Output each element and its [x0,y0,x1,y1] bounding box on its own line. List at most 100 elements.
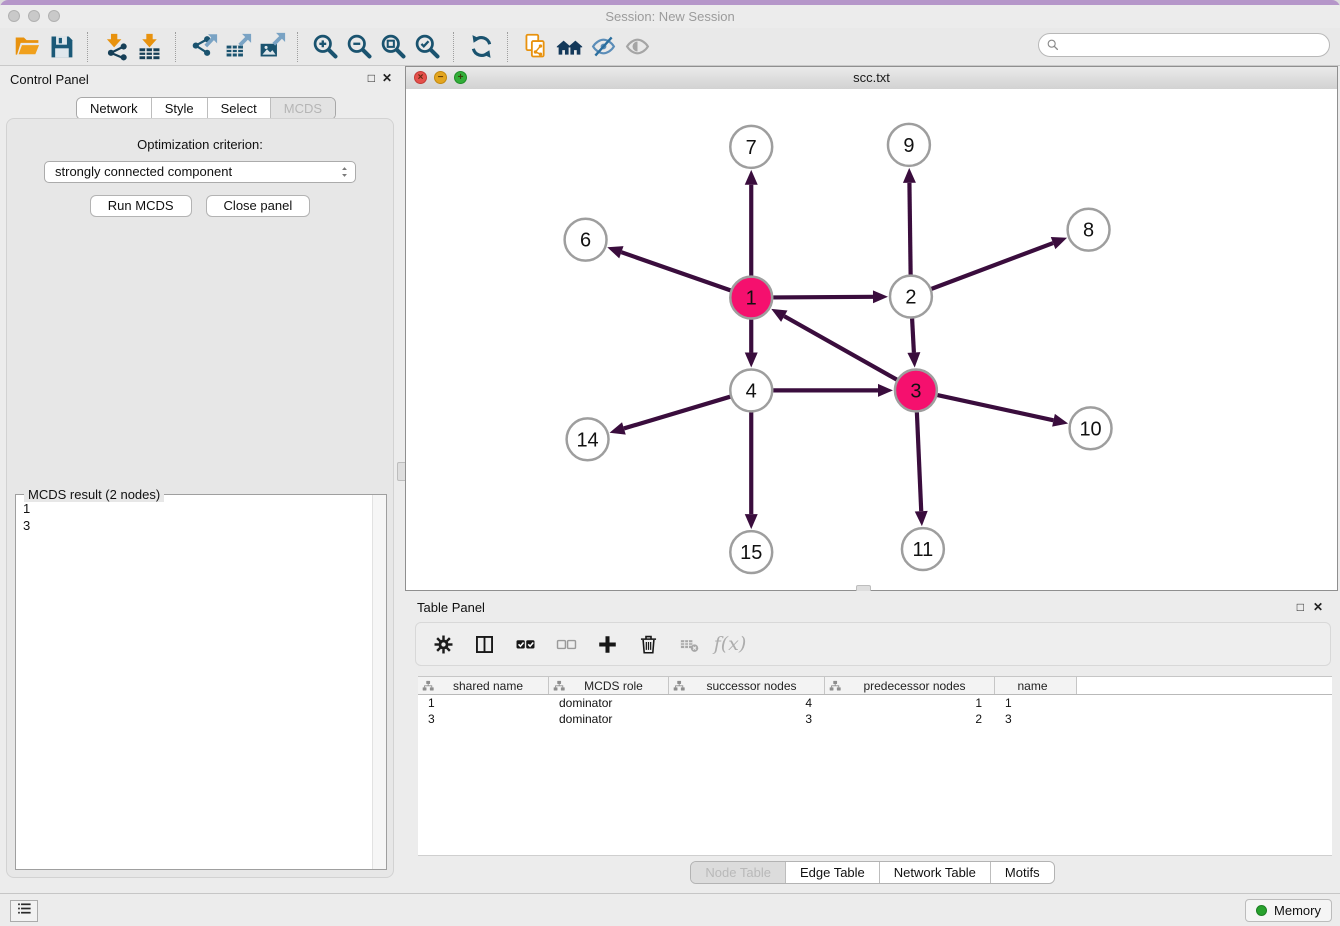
graph-edge-1-7[interactable] [745,170,758,276]
unselect-all-columns-icon[interactable] [554,632,578,656]
table-cell[interactable]: 3 [995,711,1077,727]
table-cell[interactable]: 1 [825,695,995,711]
tab-mcds[interactable]: MCDS [270,98,335,119]
control-panel-tabs: NetworkStyleSelectMCDS [76,97,336,120]
graph-node-2[interactable]: 2 [890,276,932,318]
column-header-predecessor-nodes[interactable]: predecessor nodes [825,677,995,694]
network-close-button[interactable] [414,71,427,84]
table-cell[interactable]: 3 [418,711,549,727]
select-all-columns-icon[interactable] [513,632,537,656]
table-cell[interactable]: 4 [669,695,825,711]
column-header-MCDS-role[interactable]: MCDS role [549,677,669,694]
column-header-successor-nodes[interactable]: successor nodes [669,677,825,694]
add-column-icon[interactable] [595,632,619,656]
save-session-icon[interactable] [44,31,78,63]
task-history-button[interactable] [10,900,38,922]
float-panel-icon[interactable] [368,72,375,85]
table-cell[interactable]: 1 [995,695,1077,711]
svg-text:10: 10 [1079,418,1101,440]
import-table-icon[interactable] [132,31,166,63]
status-bar: Memory [0,893,1340,926]
svg-text:14: 14 [576,429,598,451]
export-network-icon[interactable] [186,31,220,63]
table-cell[interactable]: 2 [825,711,995,727]
graph-node-7[interactable]: 7 [730,126,772,168]
graph-node-11[interactable]: 11 [902,528,944,570]
run-mcds-button[interactable]: Run MCDS [90,195,192,217]
zoom-in-icon[interactable] [308,31,342,63]
column-header-shared-name[interactable]: shared name [418,677,549,694]
application-window: Session: New Session Control Panel Netwo… [0,0,1340,926]
titlebar: Session: New Session [0,5,1340,28]
graph-node-9[interactable]: 9 [888,124,930,166]
import-network-icon[interactable] [98,31,132,63]
network-minimize-button[interactable] [434,71,447,84]
graph-edge-3-11[interactable] [915,412,928,526]
svg-text:9: 9 [903,135,914,157]
home-view-icon[interactable] [552,31,586,63]
table-cell[interactable]: dominator [549,711,669,727]
close-table-panel-icon[interactable] [1313,601,1323,614]
split-panel-icon[interactable] [472,632,496,656]
mcds-result-text[interactable]: 1 3 [16,495,373,869]
table-row[interactable]: 1dominator411 [418,695,1332,711]
zoom-selected-icon[interactable] [410,31,444,63]
table-row[interactable]: 3dominator323 [418,711,1332,727]
graph-node-14[interactable]: 14 [567,418,609,460]
network-canvas[interactable]: 7 9 6 8 1 2 4 3 14 10 15 11 [406,89,1337,590]
selected-criterion-value: strongly connected component [45,162,355,182]
graph-edge-4-14[interactable] [610,397,731,435]
table-cell[interactable]: dominator [549,695,669,711]
search-input[interactable] [1065,35,1321,55]
delete-columns-icon[interactable] [636,632,660,656]
graph-node-3[interactable]: 3 [895,369,937,411]
show-annotations-icon[interactable] [620,31,654,63]
table-cell[interactable]: 3 [669,711,825,727]
result-scrollbar[interactable] [372,495,386,869]
graph-edge-1-2[interactable] [773,290,888,303]
hide-annotations-icon[interactable] [586,31,620,63]
graph-node-8[interactable]: 8 [1068,209,1110,251]
tab-motifs[interactable]: Motifs [990,862,1054,883]
refresh-layout-icon[interactable] [464,31,498,63]
graph-edge-3-10[interactable] [937,395,1068,427]
export-table-icon[interactable] [220,31,254,63]
graph-edge-2-9[interactable] [903,168,916,275]
tab-select[interactable]: Select [207,98,270,119]
graph-node-10[interactable]: 10 [1070,407,1112,449]
optimization-criterion-select[interactable]: strongly connected component [44,161,356,183]
zoom-fit-icon[interactable] [376,31,410,63]
tab-edge-table[interactable]: Edge Table [785,862,879,883]
zoom-out-icon[interactable] [342,31,376,63]
graph-node-1[interactable]: 1 [730,277,772,319]
graph-edge-1-4[interactable] [745,320,758,368]
column-header-name[interactable]: name [995,677,1077,694]
graph-node-6[interactable]: 6 [565,219,607,261]
tab-network[interactable]: Network [77,98,151,119]
duplicate-network-icon[interactable] [518,31,552,63]
tab-style[interactable]: Style [151,98,207,119]
close-panel-icon[interactable] [382,72,392,85]
graph-edge-4-15[interactable] [745,412,758,529]
graph-edge-1-6[interactable] [607,246,730,290]
tab-network-table[interactable]: Network Table [879,862,990,883]
search-box[interactable] [1038,33,1330,57]
memory-button[interactable]: Memory [1245,899,1332,922]
table-settings-icon[interactable] [431,632,455,656]
float-table-panel-icon[interactable] [1297,601,1304,614]
network-window-titlebar[interactable]: scc.txt [406,67,1337,90]
graph-edge-2-3[interactable] [907,319,920,368]
memory-status-icon [1256,905,1267,916]
table-cell[interactable]: 1 [418,695,549,711]
graph-edge-3-1[interactable] [771,309,897,380]
graph-node-15[interactable]: 15 [730,531,772,573]
graph-edge-2-8[interactable] [931,237,1067,289]
svg-text:15: 15 [740,542,762,564]
network-maximize-button[interactable] [454,71,467,84]
export-image-icon[interactable] [254,31,288,63]
tab-node-table[interactable]: Node Table [691,862,785,883]
close-panel-button[interactable]: Close panel [206,195,311,217]
open-session-icon[interactable] [10,31,44,63]
graph-node-4[interactable]: 4 [730,369,772,411]
graph-edge-4-3[interactable] [773,384,893,397]
